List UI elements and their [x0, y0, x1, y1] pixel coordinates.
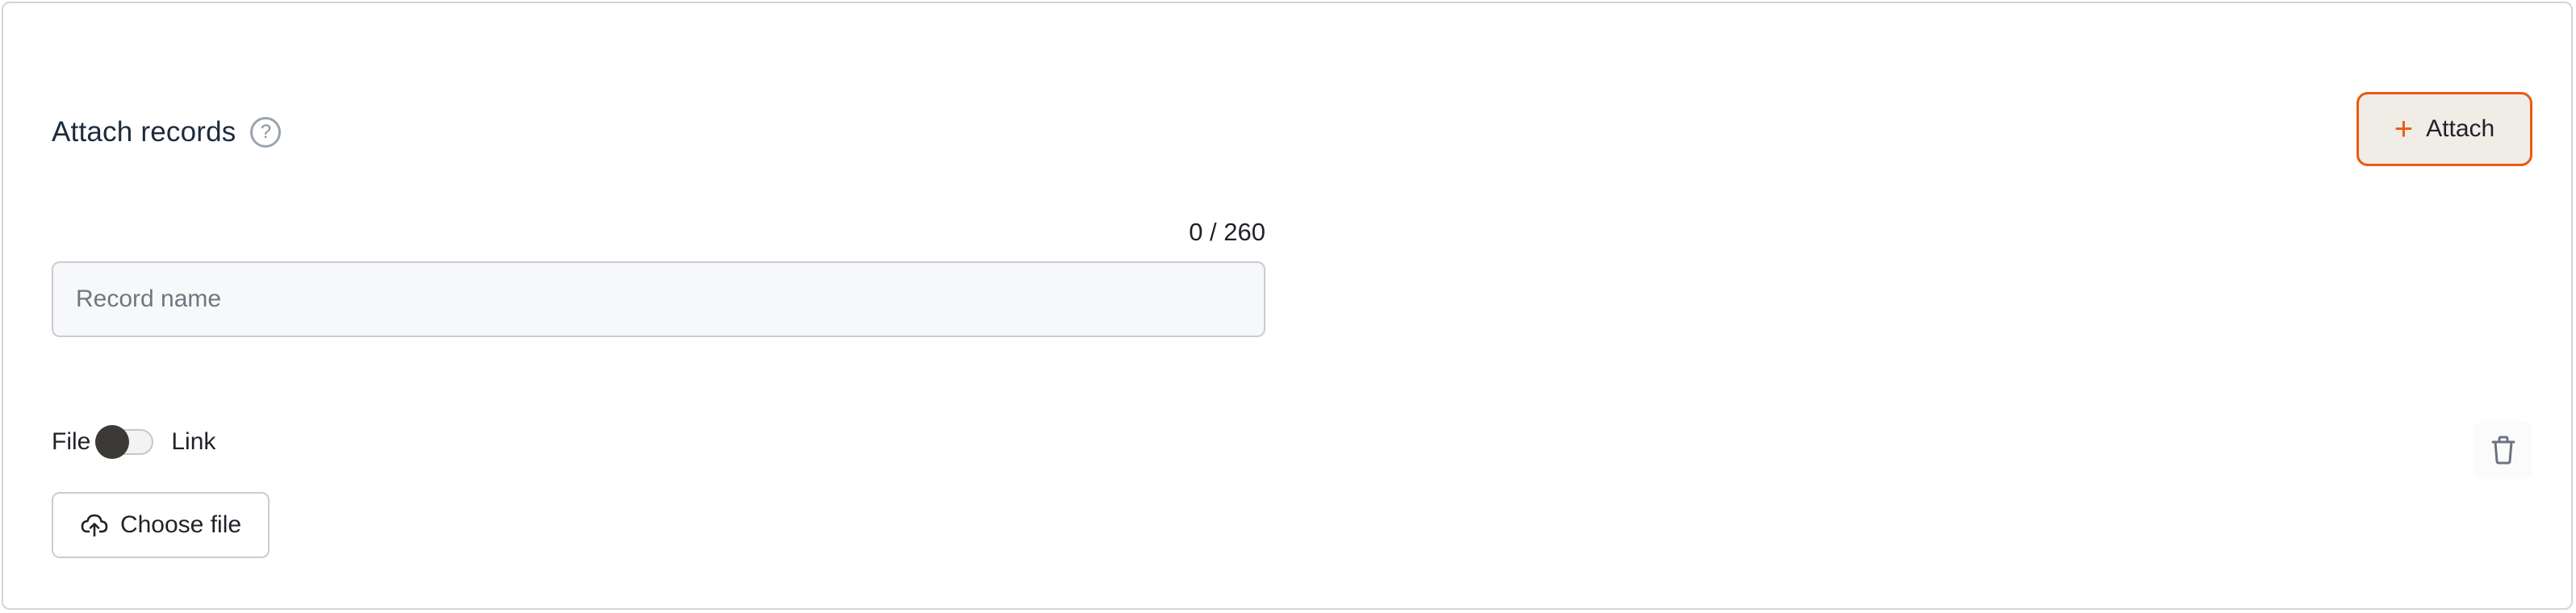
section-header: Attach records ? [52, 110, 282, 155]
attach-records-card: Attach records ? + Attach 0 / 260 File L… [2, 2, 2573, 610]
attach-button[interactable]: + Attach [2356, 92, 2532, 166]
trash-icon [2491, 436, 2515, 465]
toggle-label-file: File [52, 428, 91, 455]
question-circle-icon[interactable]: ? [250, 117, 282, 148]
section-title: Attach records [52, 116, 236, 148]
cloud-upload-icon [80, 512, 109, 538]
character-counter: 0 / 260 [1189, 218, 1265, 246]
attach-button-label: Attach [2426, 115, 2495, 142]
choose-file-button[interactable]: Choose file [52, 492, 270, 558]
plus-icon: + [2394, 111, 2414, 147]
delete-button[interactable] [2474, 421, 2532, 479]
choose-file-label: Choose file [119, 511, 242, 538]
toggle-label-link: Link [171, 428, 216, 455]
file-link-toggle[interactable] [95, 425, 154, 459]
help-glyph: ? [260, 121, 272, 143]
record-name-input[interactable] [52, 261, 1265, 337]
file-link-toggle-row: File Link [52, 423, 215, 461]
